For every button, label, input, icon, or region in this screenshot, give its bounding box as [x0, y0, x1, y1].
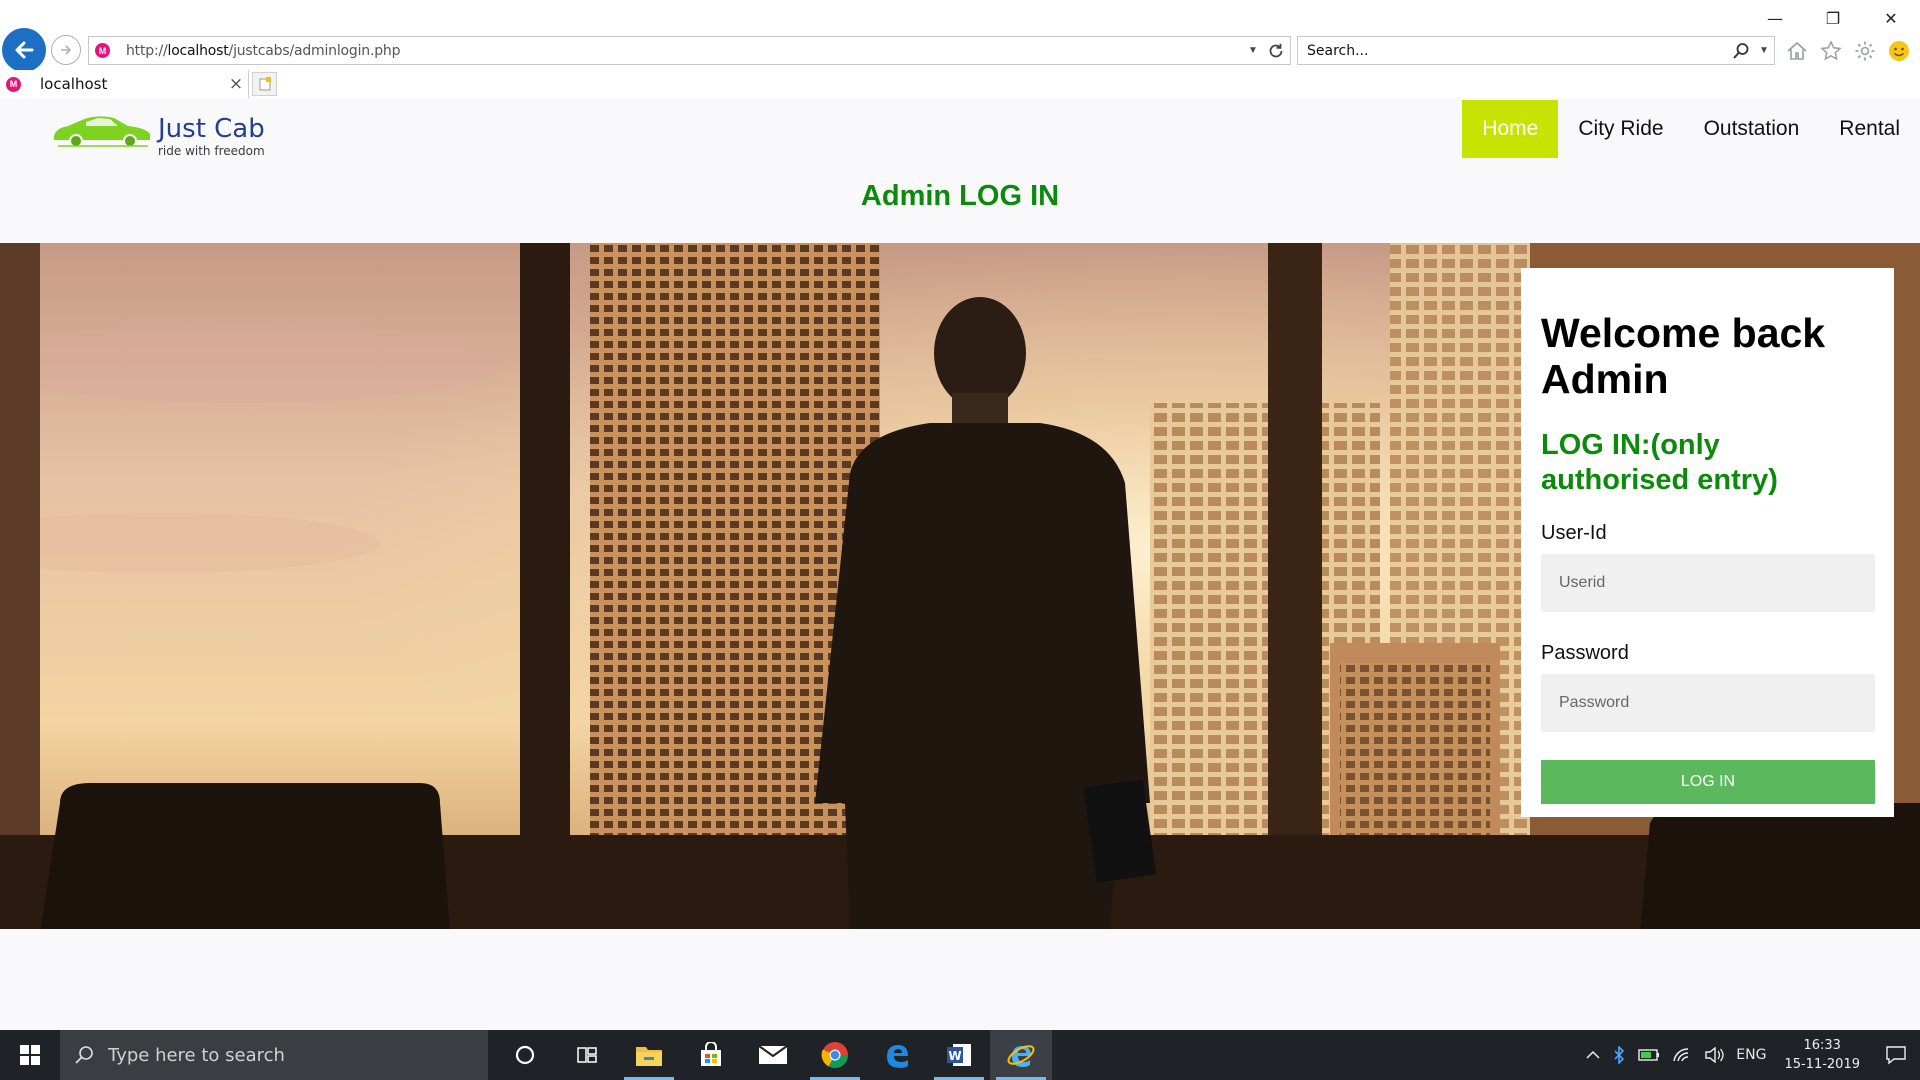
word-icon[interactable]: W	[928, 1030, 990, 1080]
web-page: Just Cab ride with freedom Home City Rid…	[0, 98, 1920, 1030]
login-subtitle: LOG IN:(only authorised entry)	[1541, 428, 1874, 498]
volume-icon[interactable]	[1698, 1030, 1730, 1080]
nav-outstation[interactable]: Outstation	[1684, 100, 1820, 158]
login-subtitle-line-2: authorised entry)	[1541, 464, 1778, 496]
car-logo-icon	[54, 116, 150, 148]
taskbar-search-placeholder[interactable]: Type here to search	[108, 1045, 285, 1066]
notifications-icon	[1886, 1046, 1906, 1065]
taskbar-search-box[interactable]: Type here to search	[60, 1030, 488, 1080]
battery-icon[interactable]	[1632, 1030, 1666, 1080]
tab-close-icon[interactable]: ×	[224, 74, 248, 94]
start-button[interactable]	[0, 1030, 60, 1080]
tab-localhost[interactable]: M localhost ×	[0, 70, 249, 98]
nav-home[interactable]: Home	[1462, 100, 1559, 158]
favorites-star-icon[interactable]	[1817, 37, 1844, 64]
back-arrow-icon	[15, 41, 34, 59]
window-controls: — ❐ ✕	[1746, 0, 1920, 36]
brand-logo[interactable]: Just Cab ride with freedom	[52, 110, 265, 158]
clock-date: 15-11-2019	[1784, 1057, 1860, 1072]
notifications-button[interactable]	[1872, 1030, 1920, 1080]
clock-time: 16:33	[1803, 1038, 1841, 1053]
show-hidden-icons-chevron-icon[interactable]	[1580, 1030, 1606, 1080]
taskbar-clock[interactable]: 16:33 15-11-2019	[1772, 1036, 1872, 1074]
password-label: Password	[1541, 642, 1629, 664]
wifi-icon[interactable]	[1666, 1030, 1698, 1080]
windows-taskbar: Type here to search W ENG 16:33 15-11-20…	[0, 1030, 1920, 1080]
taskbar-apps: W	[494, 1030, 1052, 1080]
system-tray: ENG 16:33 15-11-2019	[1580, 1030, 1920, 1080]
toolbar-icons	[1783, 37, 1912, 64]
url-prefix: http://	[126, 42, 168, 59]
page-title: Admin LOG IN	[860, 180, 1060, 212]
main-nav: Home City Ride Outstation Rental	[1462, 100, 1920, 158]
new-tab-icon	[259, 77, 271, 91]
internet-explorer-icon[interactable]	[990, 1030, 1052, 1080]
bluetooth-icon[interactable]	[1606, 1030, 1632, 1080]
minimize-button[interactable]: —	[1746, 0, 1804, 36]
taskbar-search-icon	[75, 1046, 93, 1064]
login-subtitle-line-1: LOG IN:(only	[1541, 429, 1720, 461]
nav-city-ride[interactable]: City Ride	[1558, 100, 1683, 158]
edge-icon[interactable]	[866, 1030, 928, 1080]
welcome-heading: Welcome back Admin	[1541, 310, 1874, 402]
address-dropdown-icon[interactable]: ▼	[1244, 45, 1262, 56]
login-button[interactable]: LOG IN	[1541, 760, 1875, 804]
forward-arrow-icon	[61, 45, 72, 55]
brand-tagline: ride with freedom	[158, 144, 265, 158]
url-host: localhost	[167, 42, 229, 59]
home-icon[interactable]	[1783, 37, 1810, 64]
brand-name: Just Cab	[158, 114, 265, 144]
browser-search-box[interactable]: Search... ▼	[1297, 36, 1775, 65]
browser-titlebar: — ❐ ✕ M http://localhost/justcabs/adminl…	[0, 0, 1920, 98]
userid-label: User-Id	[1541, 522, 1607, 544]
password-input[interactable]	[1541, 674, 1875, 732]
cortana-icon[interactable]	[494, 1030, 556, 1080]
search-icon[interactable]	[1728, 42, 1754, 60]
close-window-button[interactable]: ✕	[1862, 0, 1920, 36]
chrome-icon[interactable]	[804, 1030, 866, 1080]
windows-logo-icon	[20, 1045, 40, 1065]
site-favicon-icon: M	[95, 43, 110, 58]
smiley-feedback-icon[interactable]	[1885, 37, 1912, 64]
login-card: Welcome back Admin LOG IN:(only authoris…	[1521, 268, 1894, 817]
url-path: /justcabs/adminlogin.php	[228, 42, 401, 59]
nav-rental[interactable]: Rental	[1819, 100, 1920, 158]
address-bar[interactable]: M http://localhost/justcabs/adminlogin.p…	[88, 36, 1291, 65]
refresh-icon	[1269, 43, 1283, 57]
welcome-line-2: Admin	[1541, 356, 1669, 402]
language-indicator[interactable]: ENG	[1730, 1030, 1772, 1080]
search-dropdown-icon[interactable]: ▼	[1754, 45, 1774, 56]
svg-text:W: W	[948, 1049, 961, 1063]
tab-row: M localhost ×	[0, 70, 1920, 98]
refresh-button[interactable]	[1262, 37, 1290, 64]
new-tab-button[interactable]	[252, 72, 277, 96]
store-icon[interactable]	[680, 1030, 742, 1080]
forward-button[interactable]	[51, 35, 81, 65]
url-text[interactable]: http://localhost/justcabs/adminlogin.php	[126, 43, 1244, 59]
file-explorer-icon[interactable]	[618, 1030, 680, 1080]
task-view-icon[interactable]	[556, 1030, 618, 1080]
brand-text: Just Cab ride with freedom	[158, 116, 265, 158]
tab-favicon-icon: M	[6, 76, 21, 92]
restore-button[interactable]: ❐	[1804, 0, 1862, 36]
tab-title: localhost	[40, 75, 108, 93]
welcome-line-1: Welcome back	[1541, 310, 1826, 356]
userid-input[interactable]	[1541, 554, 1875, 612]
browser-search-placeholder[interactable]: Search...	[1307, 43, 1728, 59]
back-button[interactable]	[2, 28, 46, 72]
mail-icon[interactable]	[742, 1030, 804, 1080]
settings-gear-icon[interactable]	[1851, 37, 1878, 64]
